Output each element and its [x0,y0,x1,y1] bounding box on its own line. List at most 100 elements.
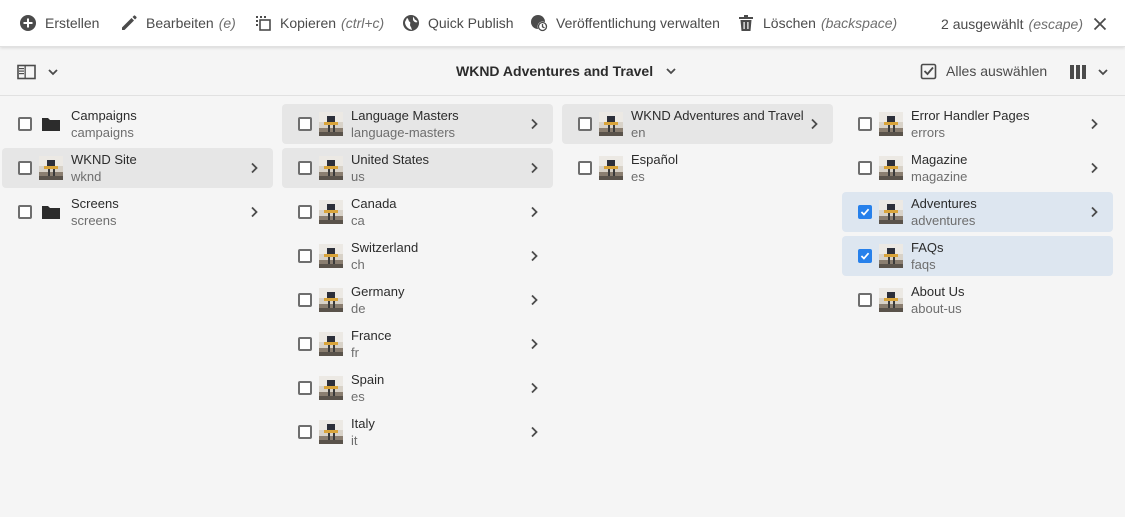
folder-icon [39,112,63,136]
item-name: magazine [911,169,968,184]
column-item-adventures[interactable]: Adventures adventures [842,192,1113,232]
column-view-icon [1070,65,1086,79]
globe-icon [403,15,419,31]
item-checkbox[interactable] [18,161,32,175]
page-thumbnail-icon [319,200,343,224]
item-name: ca [351,213,365,228]
item-checkbox[interactable] [858,249,872,263]
column-item-faqs[interactable]: FAQs faqs [842,236,1113,276]
item-checkbox[interactable] [298,293,312,307]
column-item-es[interactable]: Spain es [282,368,553,408]
item-text: Italy it [351,415,375,449]
item-checkbox[interactable] [578,117,592,131]
item-text: Spain es [351,371,384,405]
edit-button[interactable]: Bearbeiten (e) [120,0,236,47]
item-title: Magazine [911,152,968,167]
item-title: Italy [351,416,375,431]
manage-publication-label: Veröffentlichung verwalten [556,15,720,31]
page-thumbnail-icon [879,288,903,312]
chevron-right-icon[interactable] [247,161,261,175]
copy-shortcut: (ctrl+c) [341,15,385,31]
item-text: WKND Site wknd [71,151,137,185]
item-title: France [351,328,392,343]
close-icon[interactable] [1093,17,1107,31]
chevron-right-icon[interactable] [527,293,541,307]
page-thumbnail-icon [39,156,63,180]
column-item-fr[interactable]: France fr [282,324,553,364]
item-checkbox[interactable] [298,205,312,219]
item-checkbox[interactable] [298,161,312,175]
item-text: Language Masters language-masters [351,107,459,141]
item-checkbox[interactable] [298,425,312,439]
folder-icon [39,200,63,224]
chevron-right-icon[interactable] [527,161,541,175]
side-panel-icon [17,64,36,80]
chevron-right-icon[interactable] [527,117,541,131]
item-checkbox[interactable] [298,249,312,263]
item-title: Error Handler Pages [911,108,1030,123]
chevron-right-icon[interactable] [527,381,541,395]
chevron-right-icon[interactable] [527,249,541,263]
item-name: es [631,169,645,184]
column-item-ch[interactable]: Switzerland ch [282,236,553,276]
view-switcher[interactable] [1069,64,1109,80]
chevron-right-icon[interactable] [1087,205,1101,219]
item-checkbox[interactable] [298,117,312,131]
item-checkbox[interactable] [18,205,32,219]
create-button[interactable]: Erstellen [19,0,99,47]
manage-publication-button[interactable]: Veröffentlichung verwalten [530,0,720,47]
item-checkbox[interactable] [298,381,312,395]
item-text: WKND Adventures and Travel en [631,107,804,141]
chevron-right-icon[interactable] [807,117,821,131]
chevron-right-icon[interactable] [527,425,541,439]
chevron-right-icon[interactable] [527,205,541,219]
column-item-magazine[interactable]: Magazine magazine [842,148,1113,188]
page-title[interactable]: WKND Adventures and Travel [456,63,677,79]
column-item-de[interactable]: Germany de [282,280,553,320]
column-item-es[interactable]: Español es [562,148,833,188]
item-name: adventures [911,213,976,228]
globe-clock-icon [531,15,548,32]
item-title: United States [351,152,430,167]
column-item-campaigns[interactable]: Campaigns campaigns [2,104,273,144]
column-item-ca[interactable]: Canada ca [282,192,553,232]
item-name: ch [351,257,365,272]
select-all-button[interactable]: Alles auswählen [920,62,1047,80]
item-text: About Us about-us [911,283,964,317]
column-item-us[interactable]: United States us [282,148,553,188]
item-text: Español es [631,151,678,185]
chevron-down-icon [666,68,676,75]
page-thumbnail-icon [879,156,903,180]
item-checkbox[interactable] [858,161,872,175]
column-item-en[interactable]: WKND Adventures and Travel en [562,104,833,144]
column-item-errors[interactable]: Error Handler Pages errors [842,104,1113,144]
item-title: Spain [351,372,385,387]
chevron-right-icon[interactable] [1087,117,1101,131]
item-checkbox[interactable] [858,117,872,131]
chevron-right-icon[interactable] [527,337,541,351]
item-text: Error Handler Pages errors [911,107,1030,141]
item-title: Germany [351,284,405,299]
column-item-language-masters[interactable]: Language Masters language-masters [282,104,553,144]
item-text: Screens screens [71,195,119,229]
chevron-right-icon[interactable] [247,205,261,219]
column-item-about-us[interactable]: About Us about-us [842,280,1113,320]
quick-publish-button[interactable]: Quick Publish [402,0,514,47]
action-bar: Erstellen Bearbeiten (e) Kopieren (ctrl+… [0,0,1125,47]
item-name: fr [351,345,359,360]
copy-button[interactable]: Kopieren (ctrl+c) [254,0,384,47]
rail-toggle[interactable] [17,64,59,80]
column-item-wknd[interactable]: WKND Site wknd [2,148,273,188]
page-thumbnail-icon [879,244,903,268]
item-checkbox[interactable] [18,117,32,131]
item-checkbox[interactable] [858,293,872,307]
column-item-screens[interactable]: Screens screens [2,192,273,232]
item-name: de [351,301,366,316]
column-item-it[interactable]: Italy it [282,412,553,452]
chevron-right-icon[interactable] [1087,161,1101,175]
selection-count: 2 ausgewählt [941,15,1024,32]
item-checkbox[interactable] [858,205,872,219]
item-checkbox[interactable] [298,337,312,351]
item-checkbox[interactable] [578,161,592,175]
delete-button[interactable]: Löschen (backspace) [737,0,897,47]
